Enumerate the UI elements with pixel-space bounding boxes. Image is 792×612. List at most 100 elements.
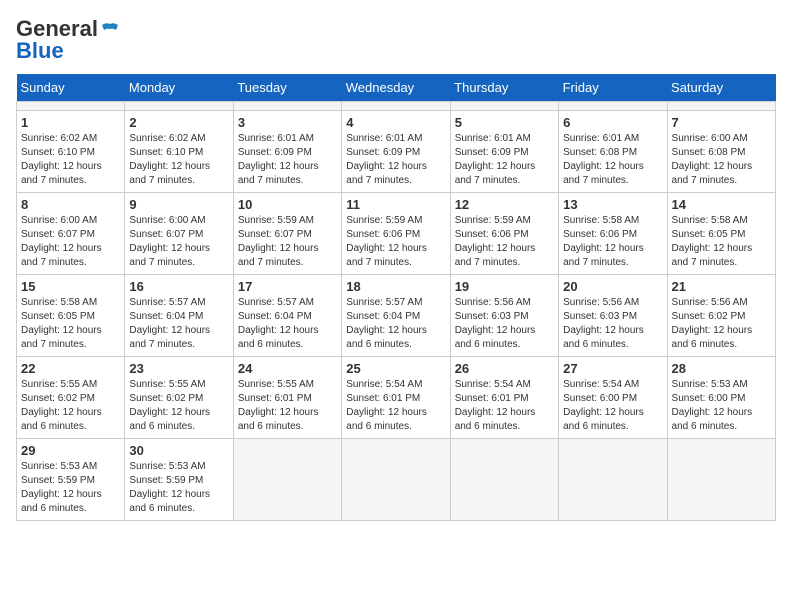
calendar-cell: 10 Sunrise: 5:59 AM Sunset: 6:07 PM Dayli… — [233, 193, 341, 275]
day-info: Sunrise: 6:00 AM Sunset: 6:07 PM Dayligh… — [21, 214, 120, 270]
calendar-cell: 28 Sunrise: 5:53 AM Sunset: 6:00 PM Dayli… — [667, 357, 775, 439]
day-info: Sunrise: 5:54 AM Sunset: 6:01 PM Dayligh… — [455, 378, 554, 434]
calendar-cell: 17Sunrise: 5:57 AM Sunset: 6:04 PM Dayli… — [233, 275, 341, 357]
day-header-sunday: Sunday — [17, 74, 125, 102]
calendar-cell: 7Sunrise: 6:00 AM Sunset: 6:08 PM Daylig… — [667, 111, 775, 193]
day-number: 13 — [563, 197, 662, 212]
day-number: 12 — [455, 197, 554, 212]
day-info: Sunrise: 6:00 AM Sunset: 6:07 PM Dayligh… — [129, 214, 228, 270]
calendar-cell: 19 Sunrise: 5:56 AM Sunset: 6:03 PM Dayli… — [450, 275, 558, 357]
logo-blue: Blue — [16, 38, 64, 64]
day-number: 22 — [21, 361, 120, 376]
day-number: 19 — [455, 279, 554, 294]
day-number: 24 — [238, 361, 337, 376]
calendar-cell: 23 Sunrise: 5:55 AM Sunset: 6:02 PM Dayli… — [125, 357, 233, 439]
day-number: 9 — [129, 197, 228, 212]
calendar-cell: 8 Sunrise: 6:00 AM Sunset: 6:07 PM Daylig… — [17, 193, 125, 275]
calendar-cell: 5 Sunrise: 6:01 AM Sunset: 6:09 PM Daylig… — [450, 111, 558, 193]
day-number: 28 — [672, 361, 771, 376]
day-info: Sunrise: 6:01 AM Sunset: 6:09 PM Dayligh… — [346, 132, 445, 188]
logo: General Blue — [16, 16, 120, 64]
day-header-saturday: Saturday — [667, 74, 775, 102]
day-number: 5 — [455, 115, 554, 130]
header: General Blue — [16, 16, 776, 64]
day-number: 8 — [21, 197, 120, 212]
day-number: 10 — [238, 197, 337, 212]
day-number: 18 — [346, 279, 445, 294]
day-info: Sunrise: 6:01 AM Sunset: 6:09 PM Dayligh… — [238, 132, 337, 188]
calendar-cell: 25Sunrise: 5:54 AM Sunset: 6:01 PM Dayli… — [342, 357, 450, 439]
day-number: 23 — [129, 361, 228, 376]
calendar-cell — [559, 439, 667, 521]
calendar-cell: 1 Sunrise: 6:02 AM Sunset: 6:10 PM Daylig… — [17, 111, 125, 193]
calendar-cell: 22 Sunrise: 5:55 AM Sunset: 6:02 PM Dayli… — [17, 357, 125, 439]
day-number: 14 — [672, 197, 771, 212]
calendar-cell: 29 Sunrise: 5:53 AM Sunset: 5:59 PM Dayli… — [17, 439, 125, 521]
day-info: Sunrise: 5:57 AM Sunset: 6:04 PM Dayligh… — [346, 296, 445, 352]
calendar-cell: 30 Sunrise: 5:53 AM Sunset: 5:59 PM Dayli… — [125, 439, 233, 521]
day-header-friday: Friday — [559, 74, 667, 102]
logo-bird-icon — [100, 22, 120, 36]
day-info: Sunrise: 5:53 AM Sunset: 5:59 PM Dayligh… — [129, 460, 228, 516]
day-info: Sunrise: 5:59 AM Sunset: 6:06 PM Dayligh… — [346, 214, 445, 270]
day-number: 30 — [129, 443, 228, 458]
week-row-3: 15Sunrise: 5:58 AM Sunset: 6:05 PM Dayli… — [17, 275, 776, 357]
calendar-cell: 3Sunrise: 6:01 AM Sunset: 6:09 PM Daylig… — [233, 111, 341, 193]
day-number: 26 — [455, 361, 554, 376]
calendar-cell: 2Sunrise: 6:02 AM Sunset: 6:10 PM Daylig… — [125, 111, 233, 193]
day-number: 7 — [672, 115, 771, 130]
days-header-row: SundayMondayTuesdayWednesdayThursdayFrid… — [17, 74, 776, 102]
day-info: Sunrise: 6:01 AM Sunset: 6:08 PM Dayligh… — [563, 132, 662, 188]
day-info: Sunrise: 5:57 AM Sunset: 6:04 PM Dayligh… — [238, 296, 337, 352]
calendar-cell — [450, 439, 558, 521]
day-info: Sunrise: 5:56 AM Sunset: 6:02 PM Dayligh… — [672, 296, 771, 352]
day-info: Sunrise: 5:54 AM Sunset: 6:00 PM Dayligh… — [563, 378, 662, 434]
day-number: 16 — [129, 279, 228, 294]
calendar-cell: 24Sunrise: 5:55 AM Sunset: 6:01 PM Dayli… — [233, 357, 341, 439]
calendar-cell: 16Sunrise: 5:57 AM Sunset: 6:04 PM Dayli… — [125, 275, 233, 357]
calendar-cell: 20Sunrise: 5:56 AM Sunset: 6:03 PM Dayli… — [559, 275, 667, 357]
week-row-2: 8 Sunrise: 6:00 AM Sunset: 6:07 PM Daylig… — [17, 193, 776, 275]
day-info: Sunrise: 6:01 AM Sunset: 6:09 PM Dayligh… — [455, 132, 554, 188]
day-info: Sunrise: 5:58 AM Sunset: 6:05 PM Dayligh… — [21, 296, 120, 352]
day-number: 29 — [21, 443, 120, 458]
day-info: Sunrise: 5:59 AM Sunset: 6:07 PM Dayligh… — [238, 214, 337, 270]
calendar-cell — [125, 102, 233, 111]
day-info: Sunrise: 6:02 AM Sunset: 6:10 PM Dayligh… — [21, 132, 120, 188]
day-info: Sunrise: 5:56 AM Sunset: 6:03 PM Dayligh… — [563, 296, 662, 352]
calendar-table: SundayMondayTuesdayWednesdayThursdayFrid… — [16, 74, 776, 521]
week-row-0 — [17, 102, 776, 111]
calendar-cell — [342, 102, 450, 111]
day-info: Sunrise: 5:56 AM Sunset: 6:03 PM Dayligh… — [455, 296, 554, 352]
calendar-cell — [559, 102, 667, 111]
calendar-cell: 6 Sunrise: 6:01 AM Sunset: 6:08 PM Daylig… — [559, 111, 667, 193]
day-number: 27 — [563, 361, 662, 376]
calendar-cell — [233, 439, 341, 521]
day-info: Sunrise: 5:53 AM Sunset: 5:59 PM Dayligh… — [21, 460, 120, 516]
calendar-cell: 18 Sunrise: 5:57 AM Sunset: 6:04 PM Dayli… — [342, 275, 450, 357]
day-number: 21 — [672, 279, 771, 294]
day-number: 4 — [346, 115, 445, 130]
week-row-4: 22 Sunrise: 5:55 AM Sunset: 6:02 PM Dayli… — [17, 357, 776, 439]
calendar-cell: 14 Sunrise: 5:58 AM Sunset: 6:05 PM Dayli… — [667, 193, 775, 275]
calendar-cell: 15Sunrise: 5:58 AM Sunset: 6:05 PM Dayli… — [17, 275, 125, 357]
day-info: Sunrise: 5:58 AM Sunset: 6:05 PM Dayligh… — [672, 214, 771, 270]
calendar-cell: 26 Sunrise: 5:54 AM Sunset: 6:01 PM Dayli… — [450, 357, 558, 439]
calendar-cell: 27 Sunrise: 5:54 AM Sunset: 6:00 PM Dayli… — [559, 357, 667, 439]
day-number: 1 — [21, 115, 120, 130]
day-info: Sunrise: 5:55 AM Sunset: 6:02 PM Dayligh… — [129, 378, 228, 434]
day-info: Sunrise: 5:55 AM Sunset: 6:02 PM Dayligh… — [21, 378, 120, 434]
day-info: Sunrise: 5:53 AM Sunset: 6:00 PM Dayligh… — [672, 378, 771, 434]
calendar-cell — [667, 439, 775, 521]
calendar-cell: 13 Sunrise: 5:58 AM Sunset: 6:06 PM Dayli… — [559, 193, 667, 275]
calendar-cell: 11Sunrise: 5:59 AM Sunset: 6:06 PM Dayli… — [342, 193, 450, 275]
calendar-cell — [667, 102, 775, 111]
day-info: Sunrise: 5:58 AM Sunset: 6:06 PM Dayligh… — [563, 214, 662, 270]
day-number: 6 — [563, 115, 662, 130]
calendar-cell — [17, 102, 125, 111]
calendar-cell — [233, 102, 341, 111]
calendar-cell: 4 Sunrise: 6:01 AM Sunset: 6:09 PM Daylig… — [342, 111, 450, 193]
day-info: Sunrise: 5:59 AM Sunset: 6:06 PM Dayligh… — [455, 214, 554, 270]
day-number: 2 — [129, 115, 228, 130]
calendar-cell: 12 Sunrise: 5:59 AM Sunset: 6:06 PM Dayli… — [450, 193, 558, 275]
